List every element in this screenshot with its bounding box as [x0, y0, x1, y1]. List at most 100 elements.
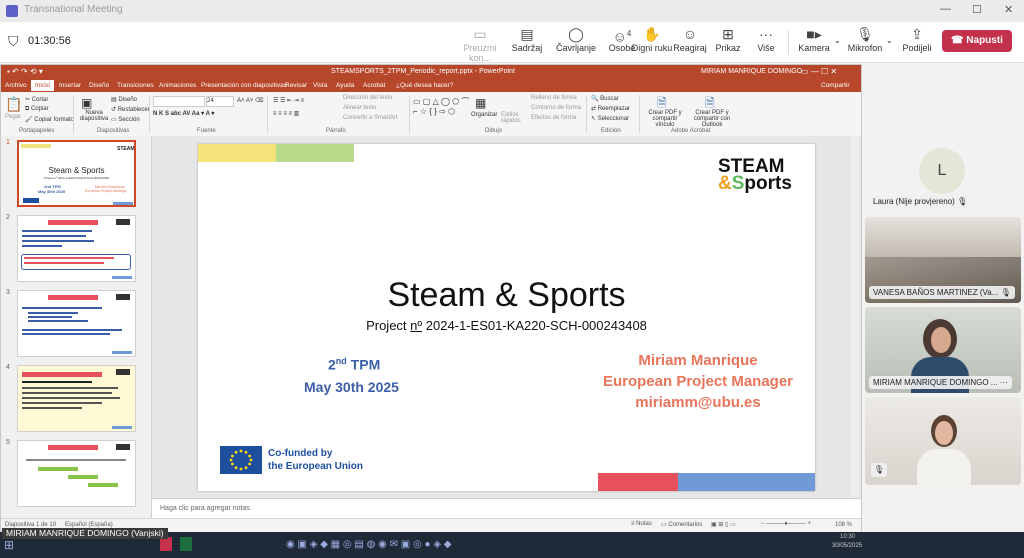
font-format-icons[interactable]: N K S abc AV Aa ▾ A ▾: [153, 110, 214, 117]
minimize-icon[interactable]: —: [940, 3, 951, 15]
tab-inicio[interactable]: Inicio: [31, 80, 55, 91]
close-icon[interactable]: ✕: [1004, 3, 1013, 16]
font-size-select[interactable]: 24: [206, 96, 234, 107]
share-tray-button[interactable]: ▭ Preuzmi kon...: [458, 25, 502, 63]
thumb-text-line: [28, 316, 72, 318]
thumb-text-line: [22, 240, 94, 242]
powerpoint-taskbar-icon[interactable]: [160, 537, 172, 551]
tab-revisar[interactable]: Revisar: [285, 82, 307, 89]
ribbon-separator: [73, 95, 74, 133]
group-editing: Edición: [601, 128, 621, 134]
tab-archivo[interactable]: Archivo: [5, 82, 27, 89]
reset-button[interactable]: ↺ Restablecer: [111, 106, 150, 113]
ppt-window-controls[interactable]: ▭ — ☐ ✕: [801, 67, 837, 76]
slide-blue-bar: [678, 473, 815, 491]
group-drawing: Dibujo: [485, 128, 503, 134]
presenter-block: Miriam Manrique European Project Manager…: [583, 350, 813, 413]
chat-button[interactable]: ◯ Čavrljanje: [554, 25, 598, 53]
slide-thumbnails-panel: 1 STEAM Steam & Sports Project nº 2024-1…: [1, 136, 152, 518]
content-button[interactable]: ▤ Sadržaj: [505, 25, 549, 53]
tell-me-search[interactable]: ¿Qué desea hacer?: [396, 82, 453, 89]
zoom-level[interactable]: 108 %: [835, 522, 852, 528]
tab-vista[interactable]: Vista: [313, 82, 327, 89]
participant-tile-miriam[interactable]: MIRIAM MANRIQUE DOMINGO ... ···: [865, 307, 1021, 393]
ribbon-separator: [409, 95, 410, 133]
tab-insertar[interactable]: Insertar: [59, 82, 81, 89]
replace-button[interactable]: ⇄ Reemplazar: [591, 105, 630, 112]
slide-thumbnail-1[interactable]: STEAM Steam & Sports Project nº 2024-1-E…: [17, 140, 136, 207]
notes-pane[interactable]: Haga clic para agregar notas: [152, 498, 861, 519]
font-name-select[interactable]: [153, 96, 205, 107]
participant-tile-laura[interactable]: L Laura (Nije provjereno) 🎙: [865, 126, 1021, 212]
slide-thumbnail-2[interactable]: [17, 215, 136, 282]
cut-button[interactable]: ✂ Cortar: [25, 96, 48, 103]
more-button[interactable]: ··· Više: [744, 25, 788, 53]
comments-toggle[interactable]: ▭ Comentarios: [661, 521, 702, 528]
new-slide-button[interactable]: Nueva diapositiva: [77, 110, 111, 122]
slide-thumbnail-5[interactable]: [17, 440, 136, 507]
section-button[interactable]: ▭ Sección: [111, 116, 140, 123]
windows-start-icon[interactable]: ⊞: [4, 538, 14, 552]
tab-acrobat[interactable]: Acrobat: [363, 82, 385, 89]
shape-fill-button[interactable]: Relleno de forma: [531, 95, 577, 101]
zoom-slider[interactable]: − ———●——— +: [761, 521, 811, 527]
arrange-button[interactable]: Organizar: [471, 112, 497, 118]
camera-icon: ■▸: [806, 26, 822, 42]
mic-chevron-down-icon[interactable]: ⌄: [886, 36, 893, 45]
more-icon[interactable]: ···: [1000, 378, 1008, 387]
shape-outline-button[interactable]: Contorno de forma: [531, 105, 581, 111]
align-text-button[interactable]: Alinear texto: [343, 105, 376, 111]
tab-presentacion[interactable]: Presentación con diapositivas: [201, 82, 287, 89]
paste-icon[interactable]: 📋: [5, 96, 22, 113]
mic-off-icon: 🎙: [1000, 288, 1011, 297]
share-button[interactable]: ⇪ Podijeli: [895, 25, 939, 53]
share-icon: ⇪: [911, 26, 923, 42]
format-painter-button[interactable]: 🖌 Copiar formato: [25, 116, 74, 123]
microphone-button[interactable]: 🎙 Mikrofon: [843, 25, 887, 53]
share-link[interactable]: Compartir: [821, 82, 850, 89]
select-button[interactable]: ↖ Seleccionar: [591, 115, 629, 122]
paste-button[interactable]: Pegar: [5, 114, 21, 120]
text-direction-button[interactable]: Dirección del texto: [343, 95, 392, 101]
tray-date: 30/05/2025: [832, 543, 863, 549]
presenter-role: European Project Manager: [602, 373, 794, 390]
layout-button[interactable]: ▤ Diseño: [111, 96, 137, 103]
quick-access-icons[interactable]: ▪ ↶ ↷ ⟲ ▾: [7, 67, 43, 76]
create-pdf-outlook-button[interactable]: Crear PDF y compartir con Outlook: [687, 110, 737, 128]
notes-placeholder: Haga clic para agregar notas: [160, 505, 250, 512]
notes-toggle[interactable]: ≡ Notas: [631, 521, 652, 527]
create-pdf-link-button[interactable]: Crear PDF y compartir vínculo: [643, 110, 687, 128]
shapes-gallery[interactable]: ▭ ▢ △ ◯ ⬠ ⌒ ⌐ ☆ { } ⇨ ⬡: [413, 96, 469, 116]
current-slide[interactable]: STEAM &Sports Steam & Sports Project nº …: [198, 144, 815, 491]
new-slide-icon[interactable]: ▣: [81, 96, 92, 110]
participant-tile-4[interactable]: 🎙: [865, 397, 1021, 485]
tab-transiciones[interactable]: Transiciones: [117, 82, 154, 89]
font-grow-shrink-icons[interactable]: A˄ A˅ ⌫: [237, 97, 264, 104]
tab-diseno[interactable]: Diseño: [89, 82, 109, 89]
meeting-date: May 30th 2025: [304, 379, 399, 395]
slide-thumbnail-3[interactable]: [17, 290, 136, 357]
excel-taskbar-icon[interactable]: [180, 537, 192, 551]
copy-button[interactable]: ⧉ Copiar: [25, 106, 49, 113]
list-icons[interactable]: ☰ ☰ ⇤ ⇥ ≡: [273, 97, 304, 104]
align-icons[interactable]: ≡ ≡ ≡ ≡ ▥: [273, 110, 299, 117]
view-mode-icons[interactable]: ▣ ⊞ ▯ ▭: [711, 521, 736, 528]
quick-styles-button[interactable]: Estilos rápidos: [501, 112, 531, 124]
shape-effects-button[interactable]: Efectos de forma: [531, 115, 576, 121]
slide-thumbnail-4[interactable]: [17, 365, 136, 432]
thumb-text-line: [22, 397, 120, 399]
taskbar-apps-icons[interactable]: ◉ ▣ ◈ ◆ ▦ ◎ ▤ ◍ ◉ ✉ ▣ ◎ ● ◈ ◆: [286, 539, 452, 550]
tab-animaciones[interactable]: Animaciones: [159, 82, 196, 89]
camera-chevron-down-icon[interactable]: ⌄: [834, 36, 841, 45]
slide-scrollbar[interactable]: [851, 136, 859, 498]
thumb-header-bar: [22, 372, 102, 377]
smartart-button[interactable]: Convertir a SmartArt: [343, 115, 398, 121]
leave-button[interactable]: ☎ Napusti: [942, 30, 1012, 52]
camera-button[interactable]: ■▸ Kamera: [792, 25, 836, 53]
maximize-icon[interactable]: ☐: [972, 3, 982, 16]
find-button[interactable]: 🔍 Buscar: [591, 95, 619, 102]
participant-tile-vanesa[interactable]: VANESA BAÑOS MARTINEZ (Va... 🎙: [865, 217, 1021, 303]
arrange-icon[interactable]: ▦: [475, 96, 486, 110]
thumb-text-line: [22, 245, 62, 247]
tab-ayuda[interactable]: Ayuda: [336, 82, 354, 89]
